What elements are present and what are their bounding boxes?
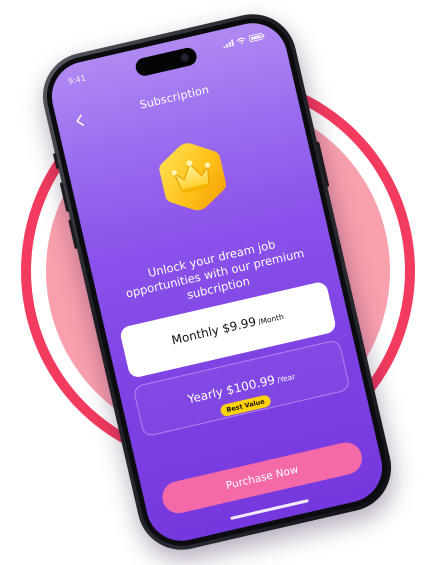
plan-price: $100.99 [224,372,277,398]
plan-period: /Year [276,371,297,385]
plan-name: Yearly [186,384,225,407]
dynamic-island [133,46,199,78]
crown-icon [159,143,227,211]
wifi-icon [236,37,246,45]
subscription-screen: 9:41 Subscription Unlock your dream job … [44,16,390,548]
promo-stage: 9:41 Subscription Unlock your dream job … [0,0,432,565]
signal-icon [223,39,235,49]
page-title: Subscription [138,83,211,112]
phone-mockup: 9:41 Subscription Unlock your dream job … [34,5,400,559]
battery-icon [248,32,265,43]
plan-period: /Month [257,312,285,327]
purchase-now-button[interactable]: Purchase Now [159,439,366,517]
plan-name: Monthly [170,323,221,348]
plan-price: $9.99 [220,314,258,336]
status-time: 9:41 [67,73,87,87]
camera-icon [179,52,190,63]
status-icons [222,32,265,49]
